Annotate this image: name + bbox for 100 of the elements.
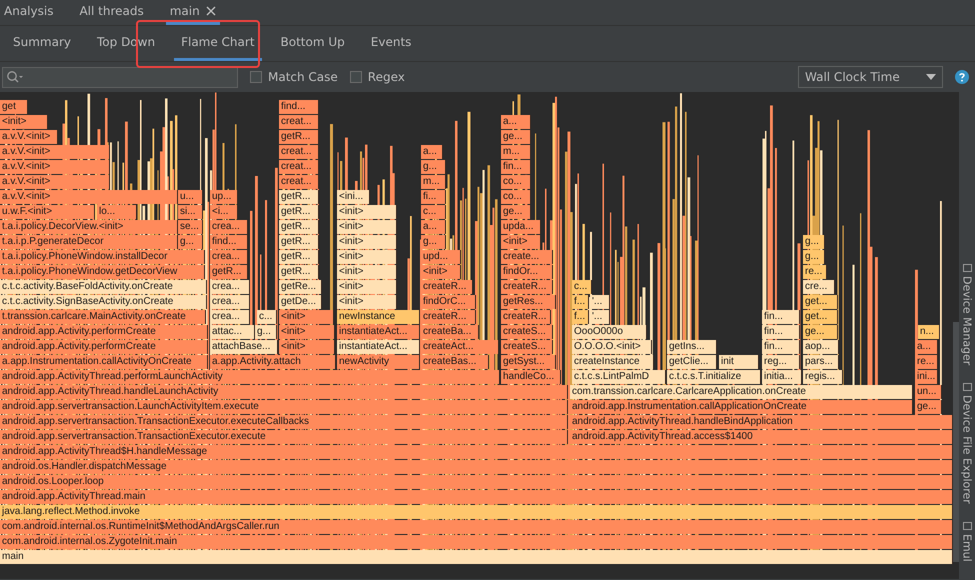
- flame-frame[interactable]: findOrC...: [421, 295, 476, 309]
- flame-frame[interactable]: android.app.Activity.performCreate: [0, 340, 208, 354]
- flame-frame[interactable]: createR...: [501, 280, 553, 294]
- checkbox[interactable]: [350, 71, 362, 83]
- tool-window-tab[interactable]: Device File Explorer: [960, 383, 974, 504]
- flame-frame[interactable]: creat...: [279, 160, 319, 174]
- tool-window-tab[interactable]: Emul: [960, 522, 974, 562]
- flame-frame[interactable]: a...: [421, 145, 443, 159]
- flame-frame[interactable]: getR...: [279, 235, 319, 249]
- close-icon[interactable]: [206, 6, 216, 16]
- flame-frame[interactable]: crea...: [210, 280, 250, 294]
- flame-frame[interactable]: c...: [421, 205, 446, 219]
- flame-frame[interactable]: pars...: [803, 355, 839, 369]
- flame-frame[interactable]: a.app.Activity.attach: [210, 355, 336, 369]
- flame-frame[interactable]: ge...: [803, 325, 838, 339]
- flame-frame[interactable]: getRes...: [501, 295, 556, 309]
- flame-frame[interactable]: find...: [210, 235, 248, 249]
- flame-frame[interactable]: <init>: [337, 295, 397, 309]
- flame-frame[interactable]: crea...: [210, 250, 248, 264]
- flame-frame[interactable]: n...: [918, 325, 940, 339]
- flame-frame[interactable]: g...: [421, 160, 446, 174]
- flame-frame[interactable]: <init>: [0, 115, 48, 129]
- flame-frame[interactable]: c...: [257, 310, 277, 324]
- flame-frame[interactable]: c.t.c.s.T.initialize: [667, 370, 761, 384]
- flame-frame[interactable]: getSyst...: [501, 355, 556, 369]
- flame-frame[interactable]: newActivity: [337, 355, 420, 369]
- flame-frame[interactable]: findOr...: [501, 265, 553, 279]
- flame-frame[interactable]: ini...: [915, 370, 938, 384]
- flame-frame[interactable]: getClie...: [667, 355, 717, 369]
- flame-frame[interactable]: createBas...: [421, 355, 489, 369]
- flame-frame[interactable]: '...: [590, 295, 610, 309]
- flame-frame[interactable]: t.a.i.policy.DecorView.<init>: [0, 220, 178, 234]
- flame-frame[interactable]: createBa...: [421, 325, 479, 339]
- flame-frame[interactable]: getDe...: [279, 295, 322, 309]
- flame-frame[interactable]: <i...: [210, 205, 238, 219]
- flame-frame[interactable]: getR...: [279, 130, 319, 144]
- flame-frame[interactable]: t.a.i.policy.PhoneWindow.installDecor: [0, 250, 205, 264]
- flame-frame[interactable]: a...: [421, 220, 446, 234]
- flame-frame[interactable]: crea...: [210, 220, 248, 234]
- flame-frame[interactable]: crea...: [210, 295, 250, 309]
- flame-frame[interactable]: handleCo...: [501, 370, 561, 384]
- flame-frame[interactable]: fin...: [762, 325, 800, 339]
- flame-frame[interactable]: <ini...: [337, 190, 370, 204]
- flame-frame[interactable]: re...: [803, 265, 827, 279]
- flame-frame[interactable]: up...: [210, 190, 238, 204]
- flame-frame[interactable]: g...: [178, 235, 203, 249]
- flame-frame[interactable]: <init>: [337, 280, 397, 294]
- flame-frame[interactable]: <init>: [337, 250, 397, 264]
- flame-frame[interactable]: c.t.c.activity.SignBaseActivity.onCreate: [0, 295, 207, 309]
- flame-frame[interactable]: getR...: [279, 205, 319, 219]
- flame-frame[interactable]: createAct...: [421, 340, 499, 354]
- flame-frame[interactable]: a...: [501, 115, 531, 129]
- flame-frame[interactable]: android.app.servertransaction.TransactionExecutor.executeCallbacks: [0, 415, 568, 429]
- flame-frame[interactable]: creat...: [279, 145, 319, 159]
- flame-frame[interactable]: fin...: [762, 340, 800, 354]
- flame-frame[interactable]: <init>: [501, 235, 541, 249]
- flame-frame[interactable]: <init>: [337, 235, 397, 249]
- flame-frame[interactable]: a.v.V.<init>: [0, 190, 178, 204]
- flame-frame[interactable]: java.lang.reflect.Method.invoke: [0, 505, 953, 519]
- flame-frame[interactable]: f...: [572, 310, 589, 324]
- flame-frame[interactable]: u...: [178, 190, 203, 204]
- flame-frame[interactable]: attachBase...: [210, 340, 278, 354]
- flame-frame[interactable]: <init>: [337, 205, 397, 219]
- flame-frame[interactable]: ge...: [501, 205, 531, 219]
- flame-frame[interactable]: initia...: [762, 370, 802, 384]
- flame-frame[interactable]: get...: [803, 295, 838, 309]
- flame-frame[interactable]: com.android.internal.os.RuntimeInit$MethodAndArgsCaller.run: [0, 520, 953, 534]
- view-tab[interactable]: Bottom Up: [274, 26, 352, 61]
- flame-frame[interactable]: t.a.i.policy.PhoneWindow.getDecorView: [0, 265, 205, 279]
- view-tab[interactable]: Events: [364, 26, 418, 61]
- flame-frame[interactable]: regis...: [803, 370, 843, 384]
- flame-frame[interactable]: OooO000o: [572, 325, 647, 339]
- flame-frame[interactable]: android.app.ActivityThread.handleBindApplication: [570, 415, 953, 429]
- flame-frame[interactable]: co...: [501, 190, 531, 204]
- flame-frame[interactable]: fin...: [762, 310, 800, 324]
- flame-frame[interactable]: c...: [572, 280, 592, 294]
- flame-frame[interactable]: instantiateAct...: [337, 340, 420, 354]
- view-tab[interactable]: Flame Chart: [174, 26, 262, 61]
- flame-frame[interactable]: createInstance: [572, 355, 654, 369]
- flame-frame[interactable]: t.a.i.p.P.generateDecor: [0, 235, 178, 249]
- thread-tab[interactable]: Analysis: [0, 0, 58, 25]
- flame-frame[interactable]: '...: [590, 310, 610, 324]
- flame-frame[interactable]: getRe...: [279, 280, 322, 294]
- flame-frame[interactable]: createR...: [421, 280, 473, 294]
- flame-frame[interactable]: <init>: [337, 265, 397, 279]
- flame-frame[interactable]: com.android.internal.os.ZygoteInit.main: [0, 535, 953, 549]
- view-tab[interactable]: Summary: [6, 26, 78, 61]
- flame-frame[interactable]: <init>: [421, 265, 461, 279]
- help-icon[interactable]: [955, 70, 969, 84]
- flame-frame[interactable]: android.os.Looper.loop: [0, 475, 953, 489]
- flame-frame[interactable]: fin...: [501, 160, 531, 174]
- flame-frame[interactable]: init: [719, 355, 759, 369]
- flame-frame[interactable]: newInstance: [337, 310, 420, 324]
- flame-frame[interactable]: instantiateAct...: [337, 325, 420, 339]
- flame-frame[interactable]: u.w.F.<init>: [0, 205, 95, 219]
- flame-frame[interactable]: getIns...: [667, 340, 717, 354]
- flame-frame[interactable]: <init>: [279, 310, 334, 324]
- thread-tab[interactable]: All threads: [75, 0, 148, 25]
- flame-frame[interactable]: getR...: [279, 250, 319, 264]
- flame-frame[interactable]: getR...: [210, 265, 248, 279]
